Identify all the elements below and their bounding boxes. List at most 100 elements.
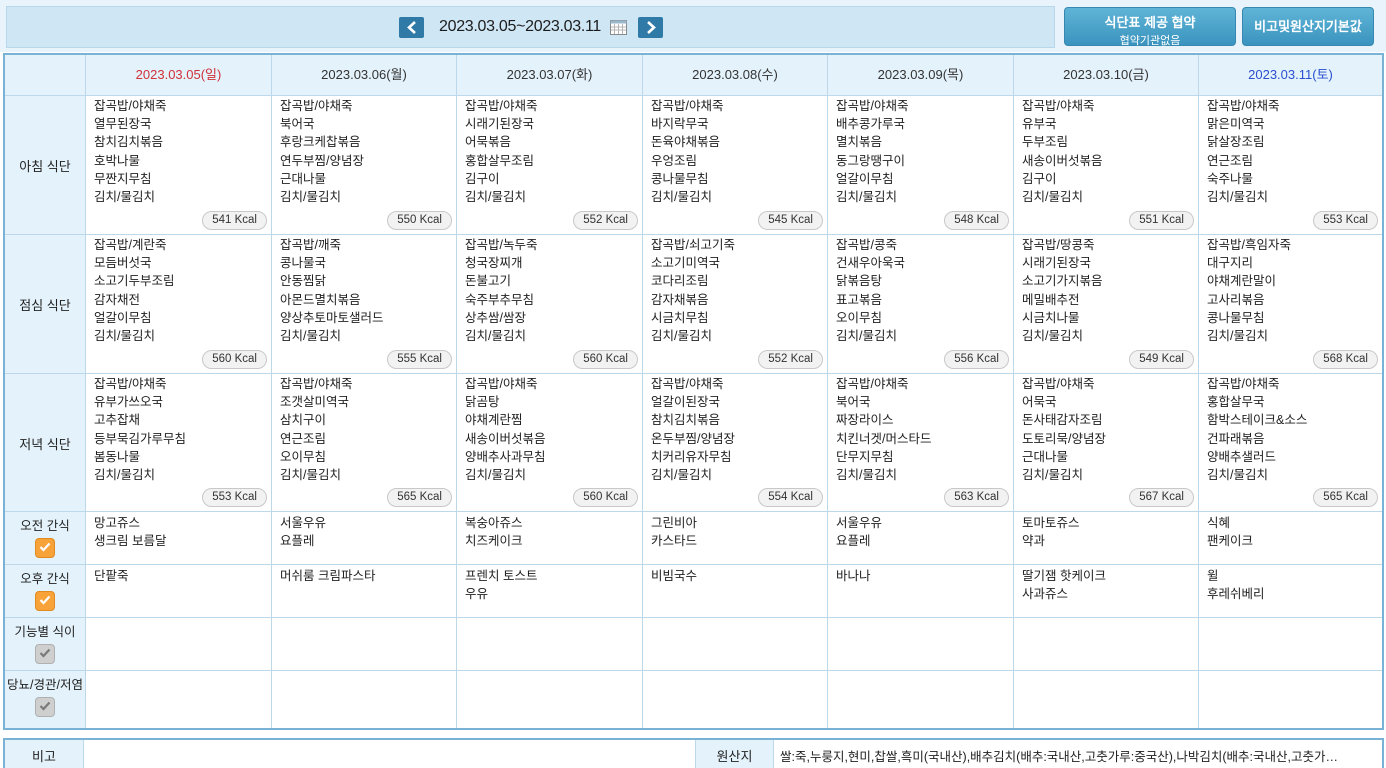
menu-items: 잡곡밥/야채죽 북어국 짜장라이스 치킨너겟/머스타드 단무지무침 김치/물김치 <box>836 375 931 484</box>
menu-item: 짜장라이스 <box>836 413 894 428</box>
snack-item: 복숭아쥬스 <box>465 516 523 530</box>
menu-cell[interactable]: 복숭아쥬스 치즈케이크 <box>457 512 643 564</box>
menu-item: 잡곡밥/야채죽 <box>1022 377 1095 391</box>
menu-item: 잡곡밥/야채죽 <box>465 99 538 113</box>
menu-cell[interactable] <box>1014 618 1199 670</box>
menu-cell[interactable]: 잡곡밥/야채죽 닭곰탕 야채계란찜 새송이버섯볶음 양배추사과무침 김치/물김치 560 K… <box>457 374 643 511</box>
snack-item: 카스타드 <box>651 534 698 549</box>
menu-cell[interactable]: 잡곡밥/계란죽 모듬버섯국 소고기두부조림 감자채전 얼갈이무침 김치/물김치 560 Kc… <box>86 235 272 373</box>
menu-cell[interactable]: 잡곡밥/흑임자죽 대구지리 야채계란말이 고사리볶음 콩나물무침 김치/물김치 568 Kc… <box>1199 235 1382 373</box>
calendar-icon[interactable] <box>610 19 627 35</box>
menu-item: 김구이 <box>465 171 500 186</box>
menu-item: 단무지무침 <box>836 449 894 464</box>
kcal-badge: 553 Kcal <box>202 488 267 507</box>
menu-cell[interactable]: 잡곡밥/녹두죽 청국장찌개 돈불고기 숙주부추무침 상추쌈/쌈장 김치/물김치 560 Kc… <box>457 235 643 373</box>
menu-cell[interactable]: 잡곡밥/야채죽 조갯살미역국 삼치구이 연근조림 오이무침 김치/물김치 565 Kcal <box>272 374 457 511</box>
menu-cell[interactable]: 잡곡밥/야채죽 시래기된장국 어묵볶음 홍합살무조림 김구이 김치/물김치 552 Kcal <box>457 96 643 234</box>
menu-cell[interactable] <box>1014 671 1199 728</box>
kcal-badge: 560 Kcal <box>573 488 638 507</box>
include-checkbox[interactable] <box>35 538 55 558</box>
menu-cell[interactable] <box>828 671 1014 728</box>
menu-cell[interactable]: 잡곡밥/야채죽 홍합살무국 함박스테이크&소스 건파래볶음 양배추샐러드 김치/물김치 56… <box>1199 374 1382 511</box>
menu-item: 고추잡채 <box>94 413 141 428</box>
menu-cell[interactable] <box>828 618 1014 670</box>
menu-cell[interactable] <box>457 671 643 728</box>
kcal-badge: 565 Kcal <box>387 488 452 507</box>
include-checkbox[interactable] <box>35 644 55 664</box>
menu-item: 잡곡밥/계란죽 <box>94 238 167 252</box>
menu-cell[interactable]: 프렌치 토스트 우유 <box>457 565 643 617</box>
kcal-badge: 548 Kcal <box>944 211 1009 230</box>
menu-cell[interactable]: 딸기잼 핫케이크 사과쥬스 <box>1014 565 1199 617</box>
menu-item: 잡곡밥/야채죽 <box>651 377 724 391</box>
menu-item: 함박스테이크&소스 <box>1207 413 1308 428</box>
menu-cell[interactable]: 잡곡밥/야채죽 얼갈이된장국 참치김치볶음 온두부찜/양념장 치커리유자무침 김치/물김치… <box>643 374 828 511</box>
menu-cell[interactable]: 머쉬룸 크림파스타 <box>272 565 457 617</box>
kcal-badge: 560 Kcal <box>573 350 638 369</box>
menu-cell[interactable]: 잡곡밥/쇠고기죽 소고기미역국 코다리조림 감자채볶음 시금치무침 김치/물김치 552 K… <box>643 235 828 373</box>
menu-item: 온두부찜/양념장 <box>651 431 735 446</box>
prev-week-button[interactable] <box>399 17 424 38</box>
snack-items: 그린비아 카스타드 <box>651 514 697 550</box>
menu-cell[interactable]: 잡곡밥/야채죽 북어국 짜장라이스 치킨너겟/머스타드 단무지무침 김치/물김치 563 K… <box>828 374 1014 511</box>
menu-item: 김치/물김치 <box>1022 468 1083 483</box>
include-checkbox[interactable] <box>35 697 55 717</box>
menu-cell[interactable]: 잡곡밥/야채죽 북어국 후랑크케찹볶음 연두부찜/양념장 근대나물 김치/물김치 550 K… <box>272 96 457 234</box>
day-date: 2023.03.06(월) <box>321 67 407 82</box>
menu-item: 치킨너겟/머스타드 <box>836 431 932 446</box>
menu-cell[interactable]: 윌 후레쉬베리 <box>1199 565 1382 617</box>
snack-item: 요플레 <box>836 534 871 549</box>
menu-cell[interactable] <box>643 618 828 670</box>
menu-item: 대구지리 <box>1207 256 1254 271</box>
menu-cell[interactable]: 서울우유 요플레 <box>828 512 1014 564</box>
menu-item: 숙주부추무침 <box>465 292 535 307</box>
include-checkbox[interactable] <box>35 591 55 611</box>
menu-cell[interactable]: 망고쥬스 생크림 보름달 <box>86 512 272 564</box>
menu-item: 잡곡밥/야채죽 <box>1207 377 1280 391</box>
remarks-origin-default-button[interactable]: 비고및원산지기본값 <box>1242 7 1374 46</box>
menu-cell[interactable]: 서울우유 요플레 <box>272 512 457 564</box>
menu-cell[interactable]: 잡곡밥/야채죽 바지락무국 돈육야채볶음 우엉조림 콩나물무침 김치/물김치 545 Kca… <box>643 96 828 234</box>
menu-item: 새송이버섯볶음 <box>1022 153 1103 168</box>
menu-item: 김치/물김치 <box>836 468 897 483</box>
snack-items: 딸기잼 핫케이크 사과쥬스 <box>1022 567 1106 603</box>
menu-cell[interactable]: 바나나 <box>828 565 1014 617</box>
meal-agreement-button[interactable]: 식단표 제공 협약 협약기관없음 <box>1064 7 1236 47</box>
menu-cell[interactable]: 잡곡밥/야채죽 배추콩가루국 멸치볶음 동그랑땡구이 얼갈이무침 김치/물김치 548 Kc… <box>828 96 1014 234</box>
menu-cell[interactable]: 잡곡밥/야채죽 맑은미역국 닭살장조림 연근조림 숙주나물 김치/물김치 553 Kcal <box>1199 96 1382 234</box>
day-date: 2023.03.08(수) <box>692 67 778 82</box>
menu-cell[interactable] <box>457 618 643 670</box>
menu-cell[interactable]: 잡곡밥/야채죽 열무된장국 참치김치볶음 호박나물 무짠지무침 김치/물김치 541 Kca… <box>86 96 272 234</box>
row-label-cell: 오전 간식 <box>5 512 86 564</box>
menu-cell[interactable]: 단팥죽 <box>86 565 272 617</box>
menu-cell[interactable] <box>86 618 272 670</box>
menu-cell[interactable] <box>86 671 272 728</box>
menu-cell[interactable]: 잡곡밥/깨죽 콩나물국 안동찜닭 아몬드멸치볶음 양상추토마토샐러드 김치/물김치 555 … <box>272 235 457 373</box>
menu-cell[interactable]: 잡곡밥/야채죽 어묵국 돈사태감자조림 도토리묵/양념장 근대나물 김치/물김치 567 K… <box>1014 374 1199 511</box>
menu-cell[interactable]: 잡곡밥/땅콩죽 시래기된장국 소고기가지볶음 메밀배추전 시금치나물 김치/물김치 549 … <box>1014 235 1199 373</box>
snack-item: 우유 <box>465 587 489 602</box>
menu-item: 바지락무국 <box>651 117 709 132</box>
menu-items: 잡곡밥/야채죽 맑은미역국 닭살장조림 연근조림 숙주나물 김치/물김치 <box>1207 97 1279 206</box>
menu-cell[interactable]: 잡곡밥/콩죽 건새우아욱국 닭볶음탕 표고볶음 오이무침 김치/물김치 556 Kcal <box>828 235 1014 373</box>
menu-item: 김치/물김치 <box>1022 190 1083 205</box>
menu-cell[interactable]: 토마토쥬스 약과 <box>1014 512 1199 564</box>
menu-cell[interactable]: 잡곡밥/야채죽 유부국 두부조림 새송이버섯볶음 김구이 김치/물김치 551 Kcal <box>1014 96 1199 234</box>
day-header-cell: 2023.03.06(월) <box>272 55 457 95</box>
meal-row: 아침 식단 잡곡밥/야채죽 열무된장국 참치김치볶음 호박나물 무짠지무침 김치/물김치 54… <box>5 96 1382 235</box>
menu-cell[interactable]: 비빔국수 <box>643 565 828 617</box>
menu-item: 치커리유자무침 <box>651 449 732 464</box>
chevron-left-icon <box>406 21 416 34</box>
menu-cell[interactable]: 그린비아 카스타드 <box>643 512 828 564</box>
menu-item: 잡곡밥/야채죽 <box>94 99 167 113</box>
menu-cell[interactable] <box>1199 618 1382 670</box>
menu-cell[interactable] <box>272 618 457 670</box>
menu-cell[interactable] <box>1199 671 1382 728</box>
menu-cell[interactable]: 잡곡밥/야채죽 유부가쓰오국 고추잡채 등부묵김가루무침 봄동나물 김치/물김치 553 K… <box>86 374 272 511</box>
menu-item: 후랑크케찹볶음 <box>280 135 361 150</box>
menu-cell[interactable] <box>643 671 828 728</box>
snack-item: 망고쥬스 <box>94 516 141 530</box>
menu-cell[interactable]: 식혜 팬케이크 <box>1199 512 1382 564</box>
menu-cell[interactable] <box>272 671 457 728</box>
next-week-button[interactable] <box>638 17 663 38</box>
